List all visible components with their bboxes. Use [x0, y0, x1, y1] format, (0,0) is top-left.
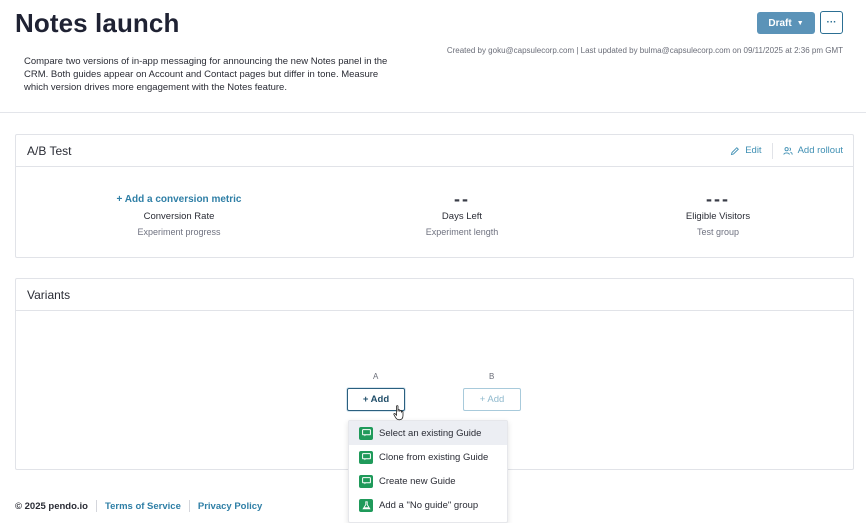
- ab-test-panel: A/B Test Edit Add rollout + Add a conver…: [15, 134, 854, 258]
- variant-b-add-button[interactable]: + Add: [463, 388, 521, 411]
- hand-cursor-icon: [393, 405, 404, 421]
- variant-b-letter: B: [489, 372, 495, 381]
- metric-label: Days Left: [441, 211, 483, 222]
- menu-item-label: Create new Guide: [379, 475, 456, 487]
- ab-test-title: A/B Test: [27, 143, 72, 158]
- edit-label: Edit: [745, 145, 762, 156]
- divider: [771, 142, 773, 159]
- page-footer: © 2025 pendo.io Terms of Service Privacy…: [15, 500, 262, 512]
- pencil-icon: [731, 146, 740, 155]
- menu-item-label: Clone from existing Guide: [379, 451, 489, 463]
- menu-item-label: Select an existing Guide: [379, 427, 482, 439]
- menu-item-clone-guide[interactable]: Clone from existing Guide: [349, 445, 507, 469]
- copyright: © 2025 pendo.io: [15, 500, 88, 512]
- variant-a-letter: A: [373, 372, 379, 381]
- users-icon: [782, 146, 793, 155]
- terms-of-service-link[interactable]: Terms of Service: [105, 501, 181, 512]
- menu-item-create-guide[interactable]: Create new Guide: [349, 469, 507, 493]
- add-guide-dropdown: Select an existing Guide Clone from exis…: [348, 420, 508, 523]
- days-left-metric: -- Days Left Experiment length: [362, 190, 562, 237]
- menu-item-no-guide-group[interactable]: Add a "No guide" group: [349, 493, 507, 517]
- guide-icon: [359, 426, 373, 440]
- metric-sublabel: Test group: [696, 227, 740, 237]
- guide-icon: [359, 474, 373, 488]
- guide-icon: [359, 450, 373, 464]
- metric-label: Eligible Visitors: [685, 211, 751, 222]
- edit-button[interactable]: Edit: [730, 145, 762, 156]
- divider: [188, 500, 190, 512]
- page-header: Notes launch Compare two versions of in-…: [0, 0, 866, 113]
- more-options-button[interactable]: ···: [820, 11, 843, 34]
- divider: [96, 500, 97, 512]
- chevron-down-icon: ▼: [796, 19, 804, 27]
- privacy-policy-link[interactable]: Privacy Policy: [198, 501, 262, 512]
- created-updated-meta: Created by goku@capsulecorp.com | Last u…: [446, 46, 843, 55]
- ab-test-panel-header: A/B Test Edit Add rollout: [16, 135, 853, 167]
- experiment-description: Compare two versions of in-app messaging…: [24, 56, 388, 93]
- menu-item-label: Add a "No guide" group: [379, 499, 479, 511]
- variants-title: Variants: [27, 287, 71, 302]
- add-rollout-button[interactable]: Add rollout: [782, 145, 843, 156]
- metric-label: Conversion Rate: [143, 211, 215, 222]
- conversion-rate-metric: + Add a conversion metric Conversion Rat…: [79, 190, 279, 238]
- add-conversion-metric-link[interactable]: + Add a conversion metric: [79, 190, 279, 208]
- metric-sublabel: Experiment length: [425, 227, 499, 237]
- eligible-visitors-metric: --- Eligible Visitors Test group: [618, 190, 818, 237]
- page-title: Notes launch: [15, 8, 180, 38]
- metric-value: ---: [706, 189, 730, 209]
- flask-icon: [359, 498, 373, 512]
- metric-sublabel: Experiment progress: [137, 227, 221, 237]
- draft-status-label: Draft: [768, 17, 792, 29]
- metric-value: --: [454, 189, 470, 209]
- variants-panel-header: Variants: [16, 279, 853, 311]
- draft-status-button[interactable]: Draft ▼: [757, 12, 815, 34]
- menu-item-select-existing-guide[interactable]: Select an existing Guide: [349, 421, 507, 445]
- add-rollout-label: Add rollout: [797, 145, 843, 156]
- ab-test-actions: Edit Add rollout: [730, 135, 843, 166]
